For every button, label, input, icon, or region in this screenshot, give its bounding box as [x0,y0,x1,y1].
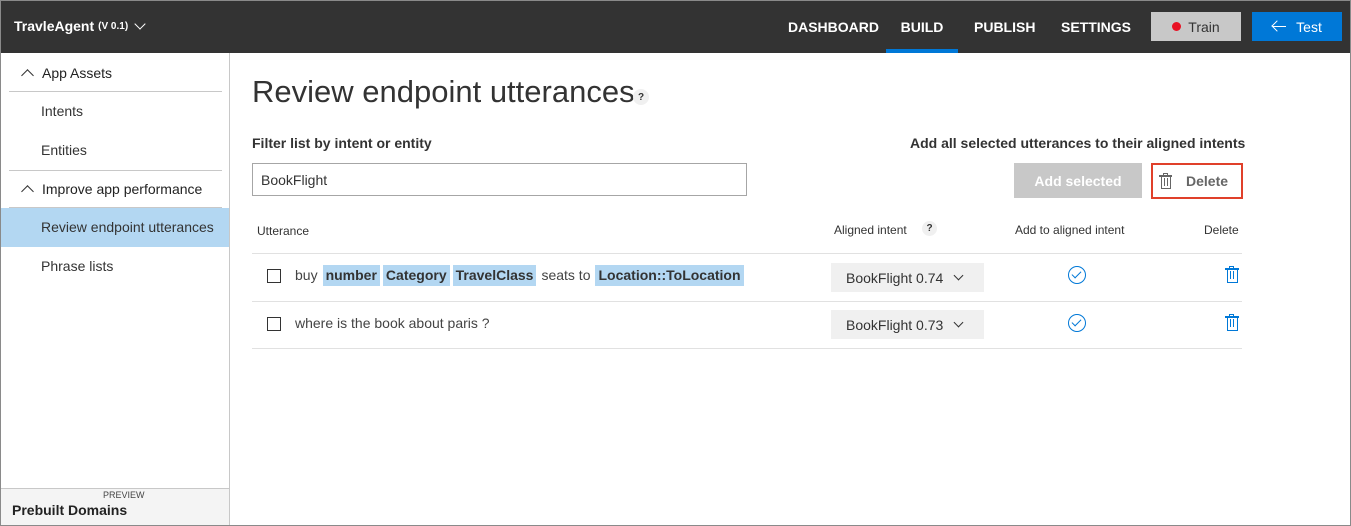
sidebar-item-intents[interactable]: Intents [1,92,229,131]
arrow-left-icon [1272,22,1287,32]
sidebar-section-title: Improve app performance [42,181,203,197]
help-icon[interactable]: ? [922,221,937,236]
delete-row-trash-icon[interactable] [1225,314,1239,332]
sidebar-item-review-endpoint-utterances[interactable]: Review endpoint utterances [1,208,229,247]
column-header-aligned-intent: Aligned intent [834,223,907,237]
test-button[interactable]: Test [1252,12,1342,41]
app-switcher[interactable]: TravleAgent (V 0.1) [14,18,146,34]
page-title: Review endpoint utterances [252,74,635,109]
chevron-up-icon [21,185,34,198]
sidebar-section-app-assets[interactable]: App Assets [9,54,222,92]
chevron-down-icon [953,317,964,328]
app-window: TravleAgent (V 0.1) DASHBOARD BUILD PUBL… [0,0,1351,526]
chevron-up-icon [21,68,34,82]
row-checkbox[interactable] [267,317,281,331]
add-selected-button[interactable]: Add selected [1014,163,1142,198]
entity-label[interactable]: number [322,265,380,286]
sidebar-item-entities[interactable]: Entities [1,131,229,170]
test-label: Test [1296,18,1322,35]
utterance-word: seats to [541,267,591,283]
app-name: TravleAgent [14,18,95,34]
aligned-intent-dropdown[interactable]: BookFlight 0.73 [831,310,984,339]
sidebar-section-improve-performance[interactable]: Improve app performance [9,170,222,208]
filter-label: Filter list by intent or entity [252,135,432,151]
train-button[interactable]: Train [1151,12,1241,41]
delete-selected-button[interactable]: Delete [1151,163,1243,199]
nav-settings[interactable]: SETTINGS [1061,1,1131,53]
entity-label[interactable]: Category [382,265,450,286]
table-row: where is the book about paris ? BookFlig… [252,302,1242,349]
chevron-down-icon [953,270,964,281]
utterance-text: where is the book about paris ? [293,313,492,334]
sidebar: App Assets Intents Entities Improve app … [1,53,230,525]
column-header-add-to-aligned: Add to aligned intent [1015,223,1125,237]
delete-row-trash-icon[interactable] [1225,266,1239,284]
filter-input[interactable] [252,163,747,196]
prebuilt-domains[interactable]: PREVIEW Prebuilt Domains [1,488,229,525]
utterance-text: buy number Category TravelClass seats to… [293,265,744,286]
add-all-label: Add all selected utterances to their ali… [910,135,1246,151]
column-header-delete: Delete [1204,223,1239,237]
add-to-intent-check-icon[interactable] [1068,314,1086,332]
prebuilt-domains-label: Prebuilt Domains [12,502,128,518]
chevron-down-icon [134,18,146,30]
entity-label[interactable]: Location::ToLocation [595,265,744,286]
nav-publish[interactable]: PUBLISH [974,1,1035,53]
nav-build[interactable]: BUILD [886,1,958,53]
trash-icon [1159,173,1172,189]
aligned-intent-value: BookFlight 0.73 [846,316,944,333]
table-row: buy number Category TravelClass seats to… [252,254,1242,301]
row-divider [252,348,1242,349]
sidebar-section-title: App Assets [42,64,113,81]
top-bar: TravleAgent (V 0.1) DASHBOARD BUILD PUBL… [1,1,1350,53]
app-version: (V 0.1) [98,20,129,32]
train-label: Train [1188,18,1220,35]
help-icon[interactable]: ? [633,89,649,105]
preview-badge: PREVIEW [103,490,145,500]
add-to-intent-check-icon[interactable] [1068,266,1086,284]
column-header-utterance: Utterance [257,224,310,238]
train-status-dot-icon [1172,22,1182,31]
aligned-intent-value: BookFlight 0.74 [846,269,944,286]
utterance-word: where is the book about paris ? [295,315,490,331]
nav-dashboard[interactable]: DASHBOARD [788,1,879,53]
sidebar-item-phrase-lists[interactable]: Phrase lists [1,247,229,286]
row-checkbox[interactable] [267,269,281,283]
entity-label[interactable]: TravelClass [452,265,537,286]
utterance-word: buy [295,267,318,283]
aligned-intent-dropdown[interactable]: BookFlight 0.74 [831,263,984,292]
delete-label: Delete [1186,173,1229,189]
